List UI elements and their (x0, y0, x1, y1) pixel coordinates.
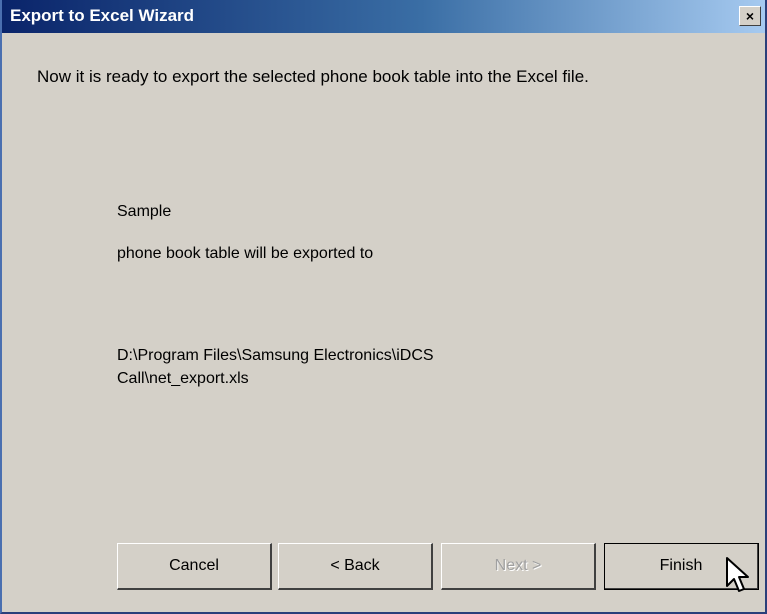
export-sentence: phone book table will be exported to (117, 245, 374, 262)
export-path-line2: Call\net_export.xls (117, 370, 249, 387)
cancel-button[interactable]: Cancel (117, 543, 272, 590)
close-icon: × (745, 8, 755, 24)
table-name: Sample (117, 203, 172, 220)
export-wizard-dialog: Export to Excel Wizard × Now it is ready… (0, 0, 767, 614)
window-title: Export to Excel Wizard (10, 6, 195, 25)
next-button: Next > (441, 543, 596, 590)
export-path-line1: D:\Program Files\Samsung Electronics\iDC… (117, 347, 434, 364)
intro-text: Now it is ready to export the selected p… (37, 67, 589, 86)
close-button[interactable]: × (739, 6, 761, 26)
mouse-pointer-icon (726, 557, 749, 592)
title-bar: Export to Excel Wizard × (2, 0, 765, 33)
back-button[interactable]: < Back (278, 543, 433, 590)
